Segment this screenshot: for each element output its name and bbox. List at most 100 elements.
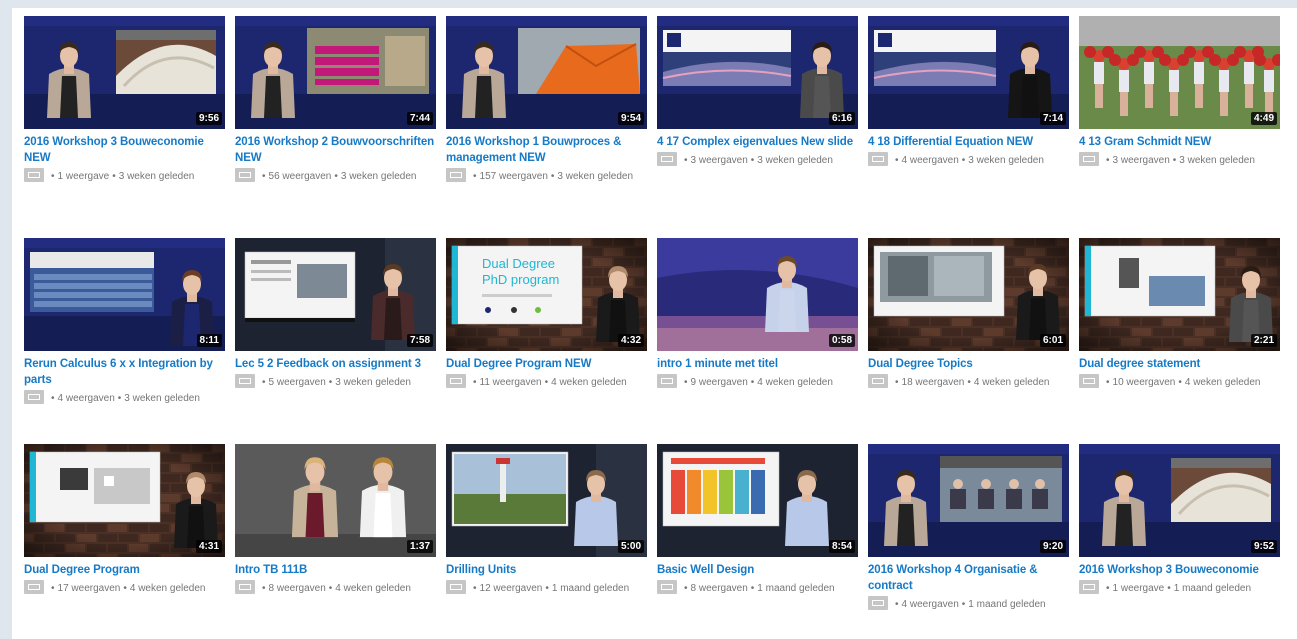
video-card: 2:21 Dual degree statement • 10 weergaven… <box>1079 238 1280 444</box>
video-card: 9:54 2016 Workshop 1 Bouwproces & manage… <box>446 16 647 238</box>
meta-separator: • <box>750 377 755 388</box>
video-title-link[interactable]: Drilling Units <box>446 562 647 578</box>
uploader-avatar-icon[interactable] <box>24 168 44 183</box>
video-card: 6:01 Dual Degree Topics • 18 weergaven • 4 … <box>868 238 1069 444</box>
video-thumbnail[interactable]: 5:00 <box>446 444 647 557</box>
view-count: 18 weergaven <box>901 377 965 388</box>
video-thumbnail[interactable]: 4:31 <box>24 444 225 557</box>
video-title-link[interactable]: 4 17 Complex eigenvalues New slide <box>657 134 858 150</box>
video-thumbnail[interactable]: 6:16 <box>657 16 858 129</box>
video-duration: 9:54 <box>617 112 644 125</box>
video-card: 8:11 Rerun Calculus 6 x x Integration by… <box>24 238 225 444</box>
meta-separator: • <box>967 377 971 388</box>
uploader-avatar-icon[interactable] <box>446 580 466 595</box>
video-thumbnail[interactable]: Dual Degree PhD program 4:32 <box>446 238 647 351</box>
uploader-avatar-icon[interactable] <box>657 152 677 167</box>
uploader-avatar-icon[interactable] <box>657 580 677 595</box>
upload-age: 4 weken geleden <box>757 377 833 388</box>
meta-separator: • <box>51 583 55 594</box>
uploader-avatar-icon[interactable] <box>1079 152 1099 167</box>
uploader-avatar-icon[interactable] <box>868 374 888 389</box>
upload-age: 4 weken geleden <box>129 583 206 594</box>
meta-separator: • <box>1106 377 1110 388</box>
thumbnail-image <box>868 444 1069 557</box>
video-card: 9:52 2016 Workshop 3 Bouweconomie • 1 wee… <box>1079 444 1280 639</box>
uploader-avatar-icon[interactable] <box>235 580 255 595</box>
video-thumbnail[interactable]: 9:20 <box>868 444 1069 557</box>
video-title-link[interactable]: Basic Well Design <box>657 562 858 578</box>
view-count: 56 weergaven <box>268 171 332 182</box>
video-title-link[interactable]: intro 1 minute met titel <box>657 356 858 372</box>
video-card: 7:58 Lec 5 2 Feedback on assignment 3 • 5… <box>235 238 436 444</box>
video-duration: 2:21 <box>1250 334 1277 347</box>
uploader-avatar-icon[interactable] <box>24 390 44 405</box>
meta-separator: • <box>684 583 688 594</box>
video-duration: 0:58 <box>828 334 855 347</box>
thumbnail-image <box>657 444 858 557</box>
video-thumbnail[interactable]: 1:37 <box>235 444 436 557</box>
view-count: 8 weergaven <box>690 583 748 594</box>
uploader-avatar-icon[interactable] <box>868 596 888 611</box>
uploader-avatar-icon[interactable] <box>868 152 888 167</box>
video-title-link[interactable]: Lec 5 2 Feedback on assignment 3 <box>235 356 436 372</box>
video-card: 7:44 2016 Workshop 2 Bouwvoorschriften N… <box>235 16 436 238</box>
video-thumbnail[interactable]: 9:52 <box>1079 444 1280 557</box>
uploader-avatar-icon[interactable] <box>235 168 255 183</box>
uploader-avatar-icon[interactable] <box>446 374 466 389</box>
video-thumbnail[interactable]: 4:49 <box>1079 16 1280 129</box>
video-duration: 9:52 <box>1250 540 1277 553</box>
thumbnail-image <box>868 16 1069 129</box>
uploader-avatar-icon[interactable] <box>446 168 466 183</box>
uploader-avatar-icon[interactable] <box>657 374 677 389</box>
view-count: 9 weergaven <box>690 377 748 388</box>
video-thumbnail[interactable]: 9:54 <box>446 16 647 129</box>
thumbnail-image <box>657 238 858 351</box>
video-title-link[interactable]: Dual Degree Program <box>24 562 225 578</box>
video-duration: 6:01 <box>1039 334 1066 347</box>
uploader-avatar-icon[interactable] <box>1079 580 1099 595</box>
video-title-link[interactable]: 4 13 Gram Schmidt NEW <box>1079 134 1280 150</box>
video-thumbnail[interactable]: 6:01 <box>868 238 1069 351</box>
video-title-link[interactable]: Intro TB 111B <box>235 562 436 578</box>
video-thumbnail[interactable]: 9:56 <box>24 16 225 129</box>
video-title-link[interactable]: 2016 Workshop 4 Organisatie & contract <box>868 562 1069 594</box>
video-title-link[interactable]: 4 18 Differential Equation NEW <box>868 134 1069 150</box>
video-thumbnail[interactable]: 8:11 <box>24 238 225 351</box>
video-grid-panel: 9:56 2016 Workshop 3 Bouweconomie NEW • 1… <box>12 8 1297 639</box>
video-title-link[interactable]: Dual Degree Program NEW <box>446 356 647 372</box>
video-duration: 9:20 <box>1039 540 1066 553</box>
video-thumbnail[interactable]: 0:58 <box>657 238 858 351</box>
uploader-avatar-icon[interactable] <box>24 580 44 595</box>
view-count: 3 weergaven <box>690 155 748 166</box>
video-thumbnail[interactable]: 8:54 <box>657 444 858 557</box>
uploader-avatar-icon[interactable] <box>235 374 255 389</box>
video-duration: 8:11 <box>196 334 222 347</box>
video-duration: 4:32 <box>617 334 644 347</box>
view-count: 10 weergaven <box>1112 377 1176 388</box>
video-title-link[interactable]: Rerun Calculus 6 x x Integration by part… <box>24 356 225 388</box>
thumbnail-image <box>1079 16 1280 129</box>
video-thumbnail[interactable]: 7:58 <box>235 238 436 351</box>
view-count: 17 weergaven <box>57 583 121 594</box>
video-thumbnail[interactable]: 2:21 <box>1079 238 1280 351</box>
video-title-link[interactable]: 2016 Workshop 3 Bouweconomie NEW <box>24 134 225 166</box>
video-title-link[interactable]: 2016 Workshop 3 Bouweconomie <box>1079 562 1280 578</box>
video-title-link[interactable]: Dual degree statement <box>1079 356 1280 372</box>
meta-separator: • <box>1167 583 1171 594</box>
thumbnail-image <box>446 16 647 129</box>
video-duration: 4:31 <box>195 540 222 553</box>
video-thumbnail[interactable]: 7:44 <box>235 16 436 129</box>
video-thumbnail[interactable]: 7:14 <box>868 16 1069 129</box>
video-title-link[interactable]: Dual Degree Topics <box>868 356 1069 372</box>
meta-separator: • <box>262 377 266 388</box>
video-meta: • 18 weergaven • 4 weken geleden <box>868 374 1069 391</box>
video-title-link[interactable]: 2016 Workshop 1 Bouwproces & management … <box>446 134 647 166</box>
meta-separator: • <box>117 393 122 404</box>
upload-age: 3 weken geleden <box>335 377 411 388</box>
thumbnail-image <box>1079 238 1280 351</box>
uploader-avatar-icon[interactable] <box>1079 374 1099 389</box>
video-card: Dual Degree PhD program 4:32 Dual Degree… <box>446 238 647 444</box>
video-meta: • 8 weergaven • 1 maand geleden <box>657 580 858 597</box>
meta-separator: • <box>328 377 333 388</box>
video-title-link[interactable]: 2016 Workshop 2 Bouwvoorschriften NEW <box>235 134 436 166</box>
